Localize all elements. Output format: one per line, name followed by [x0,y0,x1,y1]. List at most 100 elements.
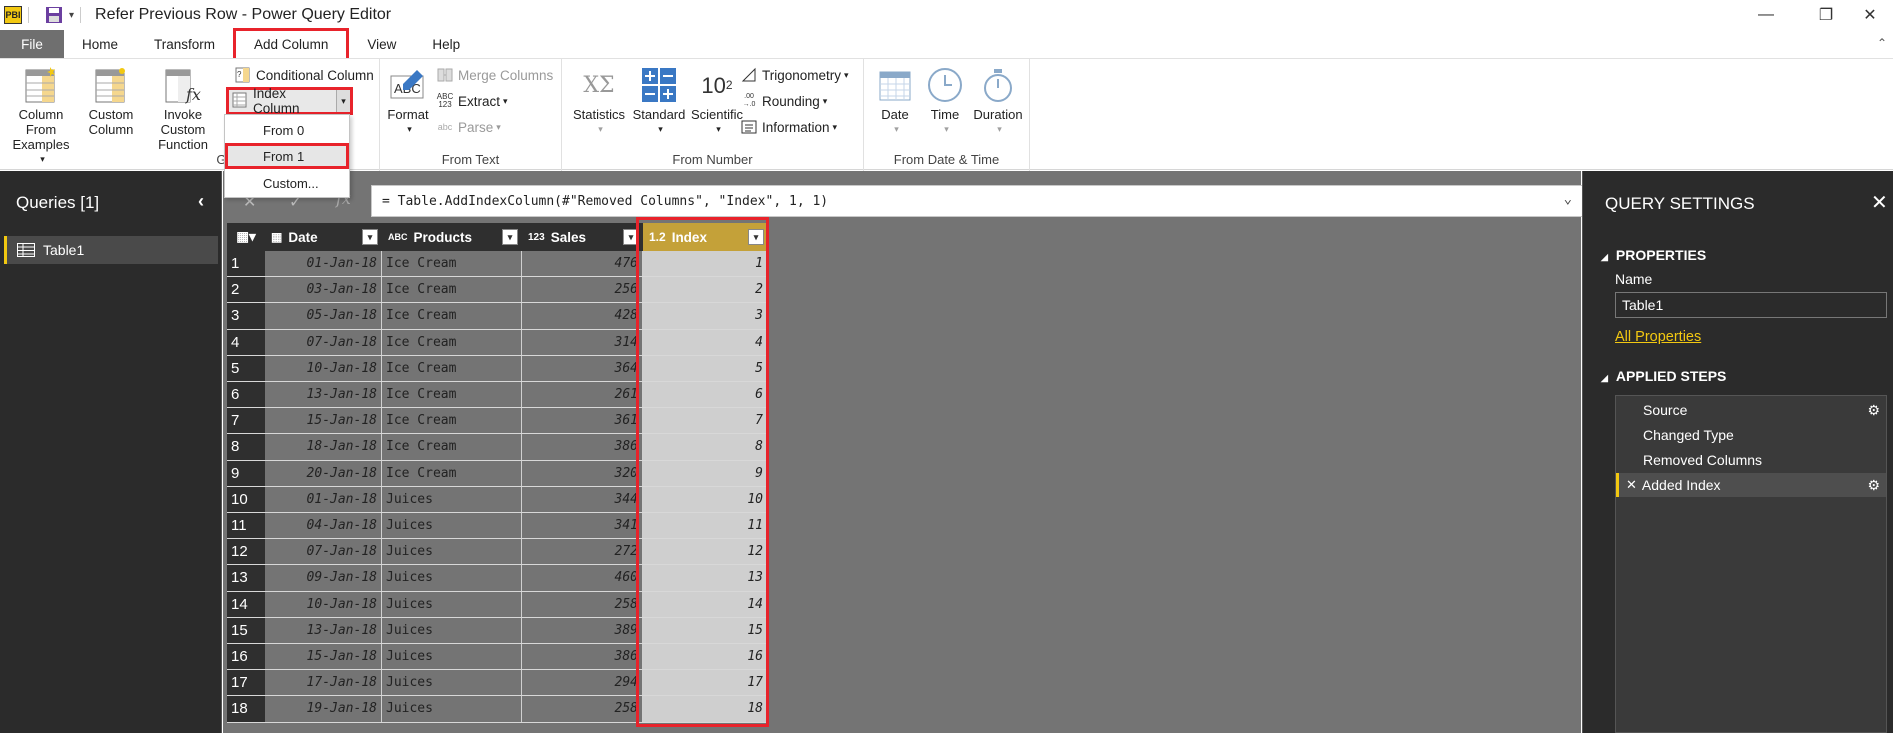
products-cell[interactable]: Ice Cream [382,329,522,355]
table-menu-icon[interactable]: ▦▾ [227,223,265,251]
index-cell[interactable]: 3 [643,303,768,329]
sales-filter-icon[interactable]: ▾ [623,229,639,245]
index-cell[interactable]: 1 [643,251,768,277]
products-cell[interactable]: Juices [382,591,522,617]
collapse-queries-icon[interactable]: ‹ [198,191,204,212]
index-cell[interactable]: 16 [643,644,768,670]
date-cell[interactable]: 10-Jan-18 [265,591,382,617]
index-cell[interactable]: 2 [643,277,768,303]
index-cell[interactable]: 14 [643,591,768,617]
tab-file[interactable]: File [0,30,64,58]
format-button[interactable]: ABC Format ▾ [384,65,432,137]
sales-cell[interactable]: 341 [522,513,643,539]
index-cell[interactable]: 10 [643,486,768,512]
index-cell[interactable]: 7 [643,408,768,434]
index-cell[interactable]: 11 [643,513,768,539]
date-cell[interactable]: 20-Jan-18 [265,460,382,486]
tab-view[interactable]: View [349,30,414,58]
tab-add-column[interactable]: Add Column [233,28,350,58]
close-window-button[interactable]: ✕ [1847,0,1893,30]
quick-access-dropdown-icon[interactable]: ▾ [69,10,74,21]
query-item-table1[interactable]: Table1 [4,236,218,264]
sales-cell[interactable]: 386 [522,644,643,670]
sales-cell[interactable]: 344 [522,486,643,512]
trigonometry-button[interactable]: Trigonometry ▾ [740,64,849,86]
sales-cell[interactable]: 294 [522,670,643,696]
menu-item-custom[interactable]: Custom... [225,170,349,196]
products-cell[interactable]: Juices [382,617,522,643]
formula-expand-icon[interactable]: ⌄ [1564,191,1572,207]
sales-cell[interactable]: 320 [522,460,643,486]
sales-cell[interactable]: 364 [522,355,643,381]
menu-item-from-1[interactable]: From 1 [225,143,349,169]
products-cell[interactable]: Ice Cream [382,434,522,460]
sales-cell[interactable]: 476 [522,251,643,277]
date-cell[interactable]: 01-Jan-18 [265,251,382,277]
index-cell[interactable]: 8 [643,434,768,460]
applied-steps-section[interactable]: ◢ APPLIED STEPS [1601,368,1726,384]
date-cell[interactable]: 05-Jan-18 [265,303,382,329]
date-cell[interactable]: 09-Jan-18 [265,565,382,591]
index-column-button[interactable]: Index Column ▾ [226,86,353,116]
index-filter-icon[interactable]: ▾ [748,229,764,245]
date-cell[interactable]: 13-Jan-18 [265,382,382,408]
ribbon-collapse-icon[interactable]: ⌃ [1877,36,1887,50]
products-cell[interactable]: Juices [382,513,522,539]
date-button[interactable]: Date ▾ [870,65,920,137]
index-cell[interactable]: 12 [643,539,768,565]
rounding-button[interactable]: .00 →.0 Rounding ▾ [740,90,828,112]
merge-columns-button[interactable]: Merge Columns [436,64,553,86]
menu-item-from-0[interactable]: From 0 [225,117,349,143]
gear-icon[interactable]: ⚙ [1867,477,1880,494]
products-cell[interactable]: Ice Cream [382,251,522,277]
column-header-index[interactable]: 1.2 Index ▾ [643,223,768,251]
column-from-examples-button[interactable]: Column From Examples ▾ [6,65,76,167]
index-cell[interactable]: 17 [643,670,768,696]
date-cell[interactable]: 17-Jan-18 [265,670,382,696]
tab-transform[interactable]: Transform [136,30,233,58]
delete-step-icon[interactable]: ✕ [1626,477,1637,493]
text-type-icon[interactable]: ABC [388,232,408,242]
date-cell[interactable]: 15-Jan-18 [265,644,382,670]
products-cell[interactable]: Ice Cream [382,355,522,381]
all-properties-link[interactable]: All Properties [1615,329,1701,345]
decimal-type-icon[interactable]: 1.2 [649,230,666,244]
parse-button[interactable]: abc Parse ▾ [436,116,501,138]
close-settings-icon[interactable]: ✕ [1871,190,1888,215]
index-cell[interactable]: 5 [643,355,768,381]
custom-column-button[interactable]: Custom Column [80,65,142,137]
time-button[interactable]: Time ▾ [920,65,970,137]
date-cell[interactable]: 01-Jan-18 [265,486,382,512]
date-cell[interactable]: 07-Jan-18 [265,329,382,355]
sales-cell[interactable]: 256 [522,277,643,303]
date-cell[interactable]: 19-Jan-18 [265,696,382,722]
products-cell[interactable]: Juices [382,696,522,722]
sales-cell[interactable]: 314 [522,329,643,355]
products-cell[interactable]: Ice Cream [382,460,522,486]
products-cell[interactable]: Juices [382,565,522,591]
conditional-column-button[interactable]: ? Conditional Column [234,64,374,86]
column-header-products[interactable]: ABC Products ▾ [382,223,522,251]
sales-cell[interactable]: 261 [522,382,643,408]
sales-cell[interactable]: 460 [522,565,643,591]
step-source[interactable]: Source ⚙ [1616,398,1886,422]
extract-button[interactable]: ABC 123 Extract ▾ [436,90,508,112]
index-cell[interactable]: 13 [643,565,768,591]
save-icon[interactable] [45,6,63,24]
index-cell[interactable]: 15 [643,617,768,643]
sales-cell[interactable]: 386 [522,434,643,460]
products-cell[interactable]: Ice Cream [382,303,522,329]
products-cell[interactable]: Ice Cream [382,408,522,434]
products-cell[interactable]: Juices [382,486,522,512]
properties-section[interactable]: ◢ PROPERTIES [1601,247,1706,263]
index-cell[interactable]: 18 [643,696,768,722]
column-header-date[interactable]: ▦ Date ▾ [265,223,382,251]
date-cell[interactable]: 15-Jan-18 [265,408,382,434]
step-changed-type[interactable]: Changed Type [1616,423,1886,447]
query-name-input[interactable]: Table1 [1615,292,1887,318]
gear-icon[interactable]: ⚙ [1867,402,1880,419]
formula-input[interactable]: = Table.AddIndexColumn(#"Removed Columns… [371,185,1583,217]
whole-number-type-icon[interactable]: 123 [528,232,545,243]
minimize-button[interactable]: — [1743,0,1789,30]
maximize-button[interactable]: ❐ [1803,0,1849,30]
